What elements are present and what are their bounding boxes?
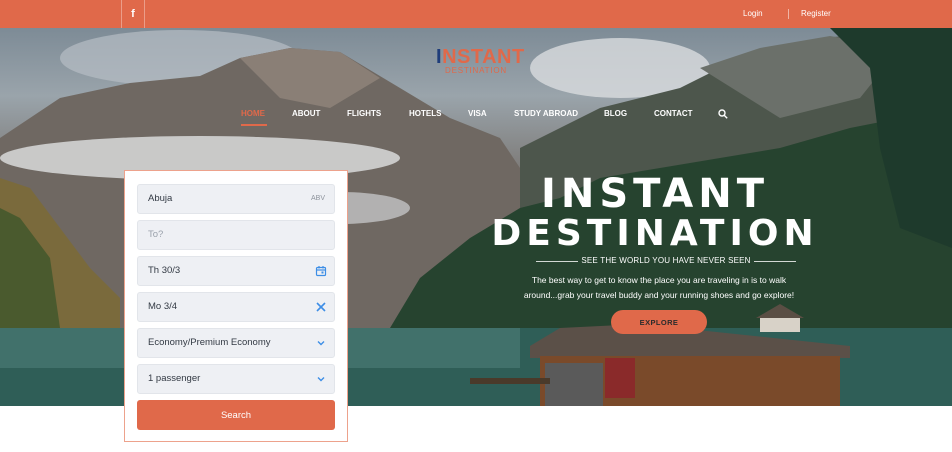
tagline-rule-right bbox=[754, 261, 796, 262]
return-date-field[interactable]: Mo 3/4 bbox=[137, 292, 335, 322]
nav-study-abroad[interactable]: STUDY ABROAD bbox=[514, 109, 578, 118]
from-field[interactable]: Abuja ABV bbox=[137, 184, 335, 214]
nav-home[interactable]: HOME bbox=[241, 109, 265, 118]
top-bar: f Login Register bbox=[0, 0, 952, 28]
nav-blog[interactable]: BLOG bbox=[604, 109, 627, 118]
search-button[interactable]: Search bbox=[137, 400, 335, 430]
flight-search-form: Abuja ABV To? Th 30/3 Mo 3/4 Economy/Pre… bbox=[124, 170, 348, 442]
login-link[interactable]: Login bbox=[743, 0, 763, 28]
depart-date-value: Th 30/3 bbox=[148, 265, 181, 276]
hero-tagline: SEE THE WORLD YOU HAVE NEVER SEEN bbox=[536, 256, 796, 268]
nav-hotels[interactable]: HOTELS bbox=[409, 109, 441, 118]
passengers-select[interactable]: 1 passenger bbox=[137, 364, 335, 394]
cabin-class-value: Economy/Premium Economy bbox=[148, 337, 271, 348]
nav-visa[interactable]: VISA bbox=[468, 109, 487, 118]
to-placeholder: To? bbox=[148, 229, 164, 240]
chevron-down-icon bbox=[317, 377, 325, 382]
hero-title-line2: DESTINATION bbox=[491, 213, 819, 254]
to-field[interactable]: To? bbox=[137, 220, 335, 250]
page: f Login Register INSTANT DESTINATION HOM… bbox=[0, 0, 952, 452]
cabin-class-select[interactable]: Economy/Premium Economy bbox=[137, 328, 335, 358]
facebook-icon[interactable]: f bbox=[121, 0, 145, 28]
depart-date-field[interactable]: Th 30/3 bbox=[137, 256, 335, 286]
register-link[interactable]: Register bbox=[801, 0, 831, 28]
tagline-rule-left bbox=[536, 261, 578, 262]
logo-word: NSTANT bbox=[442, 46, 525, 68]
from-airport-code: ABV bbox=[310, 195, 325, 202]
return-date-value: Mo 3/4 bbox=[148, 301, 178, 312]
nav-contact[interactable]: CONTACT bbox=[654, 109, 693, 118]
search-icon[interactable] bbox=[718, 109, 728, 119]
logo-subtext: DESTINATION bbox=[445, 66, 507, 75]
chevron-down-icon bbox=[317, 341, 325, 346]
nav-about[interactable]: ABOUT bbox=[292, 109, 320, 118]
site-logo[interactable]: INSTANT DESTINATION bbox=[434, 46, 534, 80]
hero-description: The best way to get to know the place yo… bbox=[523, 275, 795, 300]
passengers-value: 1 passenger bbox=[148, 373, 201, 384]
nav-flights[interactable]: FLIGHTS bbox=[347, 109, 381, 118]
tagline-text: SEE THE WORLD YOU HAVE NEVER SEEN bbox=[581, 256, 751, 265]
from-value: Abuja bbox=[148, 193, 173, 204]
calendar-icon[interactable] bbox=[315, 265, 327, 277]
explore-button[interactable]: EXPLORE bbox=[611, 310, 707, 334]
close-icon[interactable] bbox=[315, 301, 327, 313]
divider bbox=[788, 9, 789, 19]
hero-title-line1: INSTANT bbox=[540, 171, 770, 217]
nav-active-indicator bbox=[241, 124, 267, 126]
